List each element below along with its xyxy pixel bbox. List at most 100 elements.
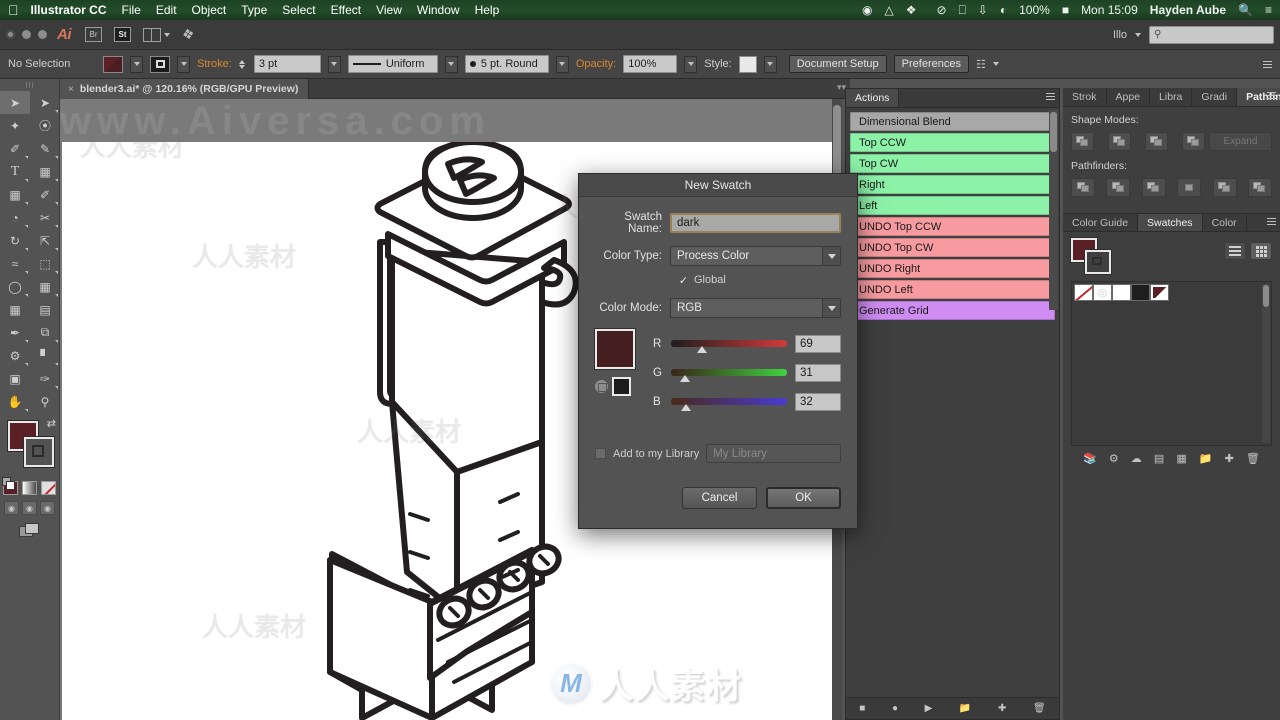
stroke-weight-input[interactable]: 3 pt <box>253 55 321 73</box>
menu-type[interactable]: Type <box>241 3 267 17</box>
action-item[interactable]: Left <box>850 196 1055 215</box>
white-swatch[interactable] <box>1112 284 1131 301</box>
search-input[interactable]: ⚲ <box>1149 25 1274 44</box>
perspective-grid-tool[interactable]: ◯ <box>0 275 30 298</box>
crop-icon[interactable] <box>1177 178 1202 197</box>
stroke-weight-label[interactable]: Stroke: <box>197 58 232 70</box>
draw-behind-button[interactable]: ◉ <box>22 501 37 515</box>
apple-icon[interactable]:  <box>8 3 19 17</box>
swatches-panel-menu-icon[interactable] <box>1267 218 1276 225</box>
control-panel-menu-icon[interactable] <box>1263 60 1272 68</box>
workspace-chevron-down-icon[interactable] <box>1135 32 1141 37</box>
library-select[interactable]: My Library <box>706 444 841 463</box>
tab-color[interactable]: Color <box>1203 214 1247 231</box>
tab-color-guide[interactable]: Color Guide <box>1063 214 1139 231</box>
rotate-tool[interactable]: ↻ <box>0 229 30 252</box>
column-graph-tool-2[interactable]: ▘ <box>30 344 60 367</box>
link-icon[interactable]: ⚙ <box>1109 452 1119 465</box>
intersect-icon[interactable] <box>1144 132 1168 151</box>
blend-tool[interactable]: ⧉ <box>30 321 60 344</box>
global-checkbox-row[interactable]: ✓ Global <box>678 274 841 287</box>
swatch-name-input[interactable]: dark <box>670 213 841 233</box>
swatches-stroke-swatch[interactable] <box>1085 250 1111 274</box>
menu-object[interactable]: Object <box>192 3 227 17</box>
play-selection-icon[interactable]: ▶ <box>925 703 933 714</box>
action-item[interactable]: UNDO Top CCW <box>850 217 1055 236</box>
toolbar-stroke-swatch[interactable] <box>24 437 54 467</box>
show-swatch-kinds-icon[interactable]: ☁ <box>1131 452 1142 465</box>
actions-scrollbar-thumb[interactable] <box>1050 112 1057 152</box>
align-chevron-down-icon[interactable] <box>992 62 999 66</box>
record-icon[interactable]: ◉ <box>862 3 872 17</box>
channel-slider-b[interactable] <box>671 398 787 411</box>
opacity-label[interactable]: Opacity: <box>576 58 616 70</box>
stroke-color-swatch[interactable] <box>150 55 170 73</box>
pathfinder-panel-menu-icon[interactable] <box>1267 92 1276 99</box>
tab-swatches[interactable]: Swatches <box>1138 214 1203 231</box>
draw-normal-button[interactable]: ◉ <box>4 501 19 515</box>
bridge-button[interactable]: Br <box>85 27 102 42</box>
ok-button[interactable]: OK <box>766 487 841 509</box>
trim-icon[interactable] <box>1106 178 1131 197</box>
brush-definition-chevron-icon[interactable] <box>555 55 569 73</box>
graphic-style-swatch[interactable] <box>738 55 757 73</box>
arrange-documents-button[interactable] <box>143 27 170 42</box>
list-view-icon[interactable] <box>1224 242 1246 260</box>
menu-app-name[interactable]: Illustrator CC <box>31 3 107 17</box>
none-fill-button[interactable] <box>41 481 56 495</box>
lasso-tool[interactable]: ⦿ <box>30 114 60 137</box>
channel-value-r[interactable]: 69 <box>795 334 841 353</box>
grid-view-icon[interactable] <box>1250 242 1272 260</box>
workspace-switcher-label[interactable]: Illo <box>1113 29 1127 41</box>
gradient-tool[interactable]: ▤ <box>30 298 60 321</box>
global-checkbox[interactable]: ✓ <box>678 275 689 287</box>
add-to-library-checkbox[interactable] <box>595 448 606 459</box>
action-item[interactable]: UNDO Right <box>850 259 1055 278</box>
unite-icon[interactable] <box>1071 132 1094 151</box>
touch-type-tool[interactable]: ▦ <box>30 160 60 183</box>
cancel-button[interactable]: Cancel <box>682 487 757 509</box>
action-item[interactable]: UNDO Top CW <box>850 238 1055 257</box>
symbol-sprayer-tool[interactable]: ⚙ <box>0 344 30 367</box>
tab-stroke[interactable]: Strok <box>1063 88 1107 106</box>
channel-value-g[interactable]: 31 <box>795 363 841 382</box>
swatches-scrollbar-thumb[interactable] <box>1263 285 1269 307</box>
spotlight-search-icon[interactable]: 🔍 <box>1238 3 1253 17</box>
stop-playing-icon[interactable]: ■ <box>859 703 865 714</box>
eyedropper-tool[interactable]: ✒ <box>0 321 30 344</box>
new-swatch-folder-icon[interactable]: 📁 <box>1199 452 1213 465</box>
action-item[interactable]: Generate Grid <box>850 301 1055 320</box>
merge-icon[interactable] <box>1141 178 1166 197</box>
begin-recording-icon[interactable]: ● <box>892 703 898 714</box>
actions-panel-menu-icon[interactable] <box>1046 93 1055 100</box>
web-safe-color-swatch[interactable] <box>612 377 631 396</box>
fill-dropdown-chevron-icon[interactable] <box>130 55 143 73</box>
stroke-weight-chevron-icon[interactable] <box>327 55 341 73</box>
registration-swatch[interactable]: ◎ <box>1093 284 1112 301</box>
paintbrush-tool[interactable]: ✐ <box>30 183 60 206</box>
channel-slider-g-knob[interactable] <box>679 375 690 382</box>
swap-fill-stroke-icon[interactable]: ⇄ <box>47 417 56 430</box>
tab-actions[interactable]: Actions <box>846 89 900 107</box>
airplay-icon[interactable]: ⎕ <box>959 3 966 18</box>
dark-swatch[interactable] <box>1150 284 1169 301</box>
expand-button[interactable]: Expand <box>1208 132 1272 151</box>
channel-slider-g[interactable] <box>671 369 787 382</box>
wifi-icon[interactable]: ◐ <box>1000 3 1007 17</box>
action-item[interactable]: Top CCW <box>850 133 1055 152</box>
menu-edit[interactable]: Edit <box>156 3 177 17</box>
selection-tool[interactable]: ➤ <box>0 91 30 114</box>
creative-cloud-icon[interactable]: ❖ <box>906 3 917 17</box>
close-window-dot[interactable] <box>6 30 15 39</box>
new-set-icon[interactable]: 📁 <box>959 703 971 714</box>
stock-button[interactable]: St <box>114 27 131 42</box>
hand-tool[interactable]: ✋ <box>0 390 30 413</box>
stroke-profile-select[interactable]: Uniform <box>347 55 438 73</box>
color-mode-select[interactable]: RGB <box>670 298 841 318</box>
curvature-tool[interactable]: ✎ <box>30 137 60 160</box>
battery-icon[interactable]: ■ <box>1062 3 1069 17</box>
stroke-dropdown-chevron-icon[interactable] <box>177 55 190 73</box>
swatches-scrollbar[interactable] <box>1262 284 1270 443</box>
stroke-weight-stepper[interactable] <box>238 59 245 69</box>
slice-tool[interactable]: ✑ <box>30 367 60 390</box>
